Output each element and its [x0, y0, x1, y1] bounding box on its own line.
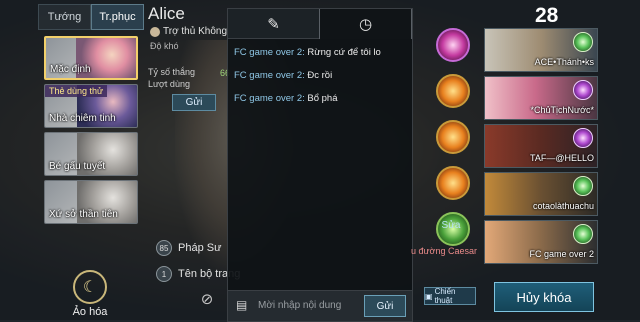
unlock-button[interactable]: Hủy khóa: [494, 282, 594, 312]
number-badge: 1: [156, 266, 172, 282]
skin-list: Mặc định Thẻ dùng thử Nhà chiêm tinh Bé …: [44, 36, 138, 228]
member-name: TAF—@HELLO: [530, 153, 594, 163]
moon-icon: ☾: [73, 270, 107, 304]
team-member[interactable]: FC game over 2: [484, 220, 598, 264]
win-rate-label: Tỷ số thắng: [148, 67, 196, 77]
skin-name: Nhà chiêm tinh: [49, 113, 116, 124]
tab-hero[interactable]: Tướng: [38, 4, 91, 30]
tab-chat-history[interactable]: ◷: [319, 9, 412, 39]
hero-name: Alice: [148, 4, 185, 23]
team-member[interactable]: ACE•Thánh•ks: [484, 28, 598, 72]
chat-input[interactable]: Mời nhập nội dung: [258, 297, 358, 315]
team-member[interactable]: TAF—@HELLO: [484, 124, 598, 168]
chat-edit-icon: ✎: [267, 15, 280, 33]
skill-icon[interactable]: [436, 120, 470, 154]
support-role-icon: [150, 26, 160, 37]
hero-role: Trợ thủ Không c: [150, 26, 235, 37]
chat-message: FC game over 2: Rừng cứ để tôi lo: [234, 47, 406, 58]
spell-icon: [573, 176, 593, 196]
skin-name: Bé gấu tuyết: [49, 161, 106, 172]
mute-microphone-icon[interactable]: ⊘: [197, 289, 217, 309]
skin-card-astrologer[interactable]: Thẻ dùng thử Nhà chiêm tinh: [44, 84, 138, 128]
spell-icon: [573, 80, 593, 100]
message-sender: FC game over 2:: [234, 93, 305, 104]
skill-row-text: Pháp Sư: [178, 242, 222, 254]
chat-message: FC game over 2: Đc rồi: [234, 70, 406, 81]
countdown-timer: 28: [535, 4, 559, 27]
member-name: ACE•Thánh•ks: [534, 57, 594, 67]
member-name: *ChủTịchNước*: [530, 105, 594, 115]
skin-name: Mặc định: [50, 64, 91, 75]
skin-card-snow-bear[interactable]: Bé gấu tuyết: [44, 132, 138, 176]
arcana-icon[interactable]: [436, 28, 470, 62]
chat-send-button[interactable]: Gửi: [364, 295, 406, 317]
trial-card-tag: Thẻ dùng thử: [45, 85, 108, 97]
message-sender: FC game over 2:: [234, 47, 305, 58]
chat-bubble-icon[interactable]: ▤: [236, 298, 247, 312]
member-name: FC game over 2: [529, 249, 594, 259]
difficulty-label: Độ khó: [150, 41, 179, 51]
chat-message: FC game over 2: Bổ phá: [234, 93, 406, 104]
left-tabs: Tướng Tr.phục: [38, 4, 144, 30]
chat-message-list: FC game over 2: Rừng cứ để tôi lo FC gam…: [228, 39, 412, 124]
spell-icon: [573, 32, 593, 52]
spell-icon: [573, 128, 593, 148]
team-list: ACE•Thánh•ks *ChủTịchNước* TAF—@HELLO co…: [484, 28, 598, 268]
team-member[interactable]: cotaolàthuachu: [484, 172, 598, 216]
history-clock-icon: ◷: [358, 16, 373, 33]
level-badge: 85: [156, 240, 172, 256]
tactic-icon: ▣: [425, 291, 433, 301]
message-sender: FC game over 2:: [234, 70, 305, 81]
illusion-label: Ảo hóa: [72, 306, 108, 318]
matches-label: Lượt dùng: [148, 79, 190, 89]
skill-icon[interactable]: [436, 166, 470, 200]
spell-icon: [573, 224, 593, 244]
skin-card-wonderland[interactable]: Xứ sở thần tiên: [44, 180, 138, 224]
skin-name: Xứ sở thần tiên: [49, 209, 118, 220]
member-name: cotaolàthuachu: [532, 201, 594, 211]
skill-row-mage[interactable]: 85 Pháp Sư: [156, 240, 221, 256]
hero-send-button[interactable]: Gửi: [172, 94, 216, 111]
chat-input-bar: ▤ Mời nhập nội dung Gửi: [228, 290, 412, 321]
hero-stats: Tỷ số thắng Lượt dùng: [148, 66, 228, 90]
illusion-section[interactable]: ☾ Ảo hóa: [60, 270, 120, 318]
tab-quick-chat[interactable]: ✎: [228, 9, 319, 39]
chat-panel: ✎ ◷ FC game over 2: Rừng cứ để tôi lo FC…: [227, 8, 413, 322]
hero-role-text: Trợ thủ Không c: [163, 26, 235, 37]
tab-skin[interactable]: Tr.phục: [91, 4, 144, 30]
chat-tabs: ✎ ◷: [228, 9, 412, 39]
skill-icon[interactable]: [436, 74, 470, 108]
tactic-button[interactable]: ▣ Chiến thuật: [424, 287, 476, 305]
message-text: Bổ phá: [307, 93, 338, 104]
team-member[interactable]: *ChủTịchNước*: [484, 76, 598, 120]
edit-button[interactable]: Sửa: [430, 220, 472, 234]
tactic-label: Chiến thuật: [434, 287, 456, 305]
message-text: Đc rồi: [307, 70, 333, 81]
caesar-lane-text: u đường Caesar: [411, 246, 477, 256]
skin-card-default[interactable]: Mặc định: [44, 36, 138, 80]
message-text: Rừng cứ để tôi lo: [307, 47, 381, 58]
